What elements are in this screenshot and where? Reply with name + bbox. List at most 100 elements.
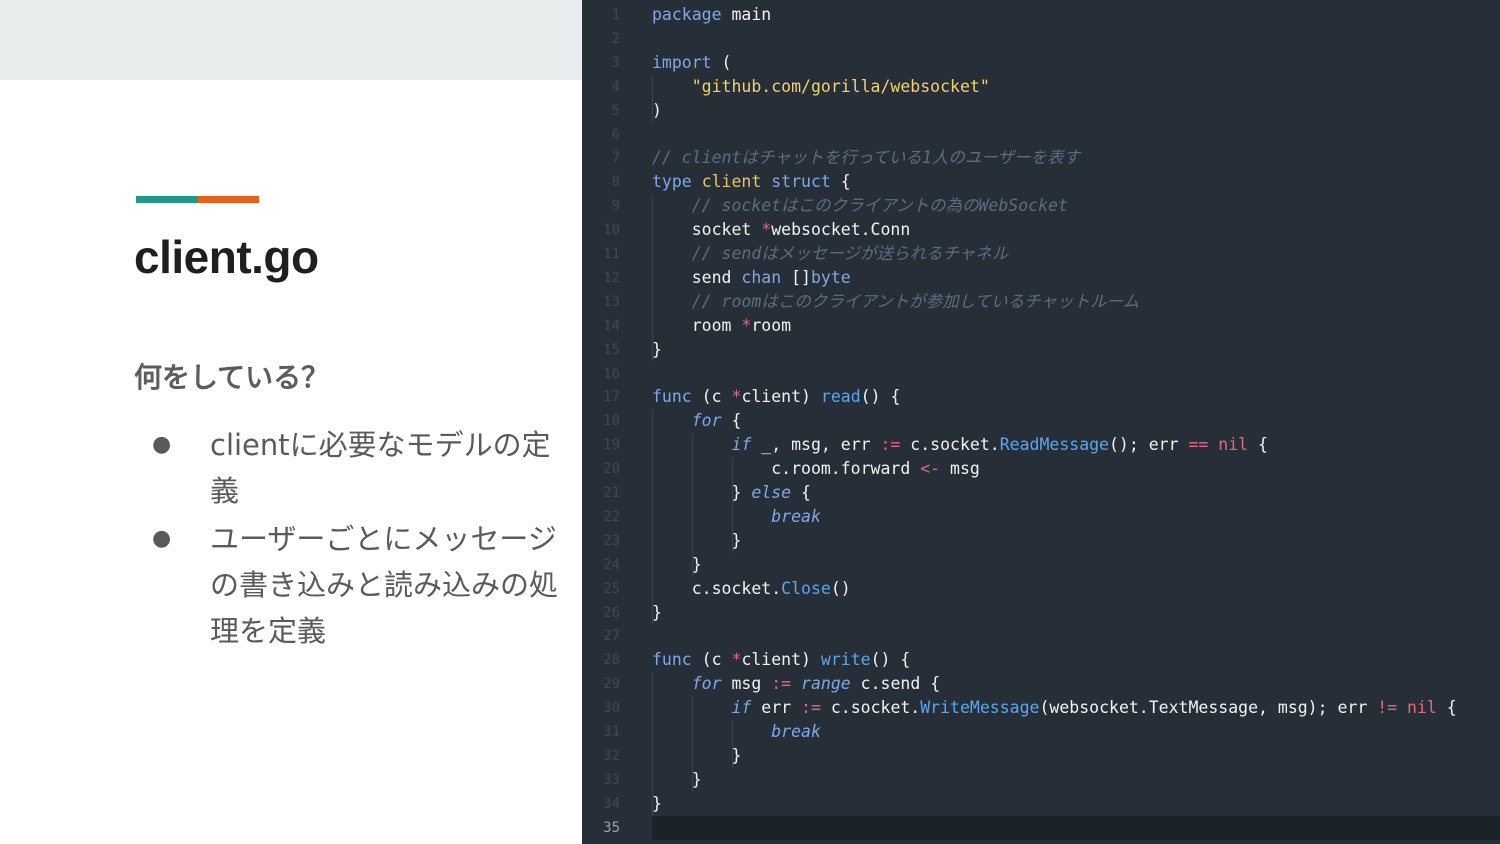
code-line[interactable]: 7 // clientはチャットを行っている1人のユーザーを表す [582,146,1500,170]
code-token: type [652,172,692,192]
code-token: chan [741,267,782,287]
code-token: client [701,172,762,192]
code-text: // socketはこのクライアントの為のWebSocket [652,194,1068,218]
code-line[interactable]: 3 import ( [582,51,1500,75]
code-editor[interactable]: 1 package main 2 3 import (4 "github.com/gor… [582,0,1500,844]
bullet-item: ● clientに必要なモデルの定義 [152,422,572,514]
code-line[interactable]: 24 } [582,553,1500,577]
code-line[interactable]: 6 [582,123,1500,147]
code-token: _, msg, err [751,435,881,455]
code-token: () { [870,650,911,670]
code-line[interactable]: 8 type client struct { [582,170,1500,194]
code-line[interactable]: 34} [582,792,1500,816]
line-number: 5 [611,102,620,119]
code-line[interactable]: 20 c.room.forward <- msg [582,457,1500,481]
line-number: 33 [603,771,620,788]
code-token: write [820,650,871,670]
code-token: [] [781,267,811,287]
code-line[interactable]: 27 [582,624,1500,648]
code-token: // clientはチャットを行っている1人のユーザーを表す [652,148,1081,168]
code-line[interactable]: 32 } [582,744,1500,768]
code-token: break [771,722,821,741]
code-line[interactable]: 35 [582,816,1500,840]
code-text: send chan []byte [652,266,851,290]
code-line[interactable]: 33 } [582,768,1500,792]
slide-title: client.go [134,231,319,283]
code-text: break [652,505,821,529]
line-number: 4 [611,78,620,95]
code-line[interactable]: 23 } [582,529,1500,553]
line-number: 24 [603,556,620,573]
line-number: 23 [603,532,620,549]
code-token: { [1436,698,1457,718]
line-number: 32 [603,747,620,764]
code-token: := [771,674,792,694]
code-line[interactable]: 19 if _, msg, err := c.socket.ReadMessag… [582,433,1500,457]
code-token: c.socket. [900,435,1000,455]
code-line[interactable]: 28 func (c *client) write() { [582,648,1500,672]
code-token: client) [741,650,821,670]
code-text: } [652,744,741,768]
code-token: (); err [1109,435,1189,455]
code-line[interactable]: 4 "github.com/gorilla/websocket" [582,75,1500,99]
code-token: } [652,483,752,502]
code-text: c.room.forward <- msg [652,457,980,481]
code-line[interactable]: 29 for msg := range c.send { [582,672,1500,696]
code-token: main [721,5,772,24]
code-token: range [801,674,851,694]
code-text: socket *websocket.Conn [652,218,911,242]
code-token: msg [940,459,980,479]
code-line[interactable]: 14 room *room [582,314,1500,338]
code-token: * [731,650,742,670]
code-line[interactable]: 16 [582,362,1500,386]
code-token: } [652,339,662,359]
code-line[interactable]: 2 [582,27,1500,51]
code-text: // sendはメッセージが送られるチャネル [652,242,1009,266]
code-line[interactable]: 13 // roomはこのクライアントが参加しているチャットルーム [582,290,1500,314]
code-token: msg [721,674,772,694]
code-token: c.socket. [820,698,921,718]
code-line[interactable]: 9 // socketはこのクライアントの為のWebSocket [582,194,1500,218]
code-line[interactable]: 25 c.socket.Close() [582,577,1500,601]
code-token: err [751,698,802,718]
line-number: 12 [603,269,620,286]
code-token: := [880,435,901,455]
code-text: if _, msg, err := c.socket.ReadMessage()… [652,433,1268,457]
code-text: func (c *client) read() { [652,385,900,409]
line-number: 7 [611,150,620,167]
code-text: } [652,601,662,625]
code-text: c.socket.Close() [652,577,851,601]
code-text: for msg := range c.send { [652,672,940,696]
code-line[interactable]: 12 send chan []byte [582,266,1500,290]
code-line[interactable]: 1 package main [582,3,1500,27]
code-line[interactable]: 18 for { [582,409,1500,433]
code-line[interactable]: 17 func (c *client) read() { [582,385,1500,409]
line-number: 27 [603,628,620,645]
line-number: 15 [603,341,620,358]
code-line[interactable]: 26} [582,601,1500,625]
code-line[interactable]: 30 if err := c.socket.WriteMessage(webso… [582,696,1500,720]
code-token: { [1248,435,1268,455]
code-line[interactable]: 31 break [582,720,1500,744]
code-token: (c [691,387,732,407]
code-token: ) [652,100,662,120]
code-text: room *room [652,314,791,338]
code-line[interactable]: 15} [582,338,1500,362]
code-line[interactable]: 21 } else { [582,481,1500,505]
code-line[interactable]: 11 // sendはメッセージが送られるチャネル [582,242,1500,266]
code-line[interactable]: 22 break [582,505,1500,529]
code-token: * [731,387,742,407]
line-number: 35 [603,819,620,836]
code-line[interactable]: 5) [582,99,1500,123]
code-line[interactable]: 10 socket *websocket.Conn [582,218,1500,242]
code-text: break [652,720,821,744]
code-token: c.room.forward [652,459,921,479]
code-token: send [652,267,742,287]
